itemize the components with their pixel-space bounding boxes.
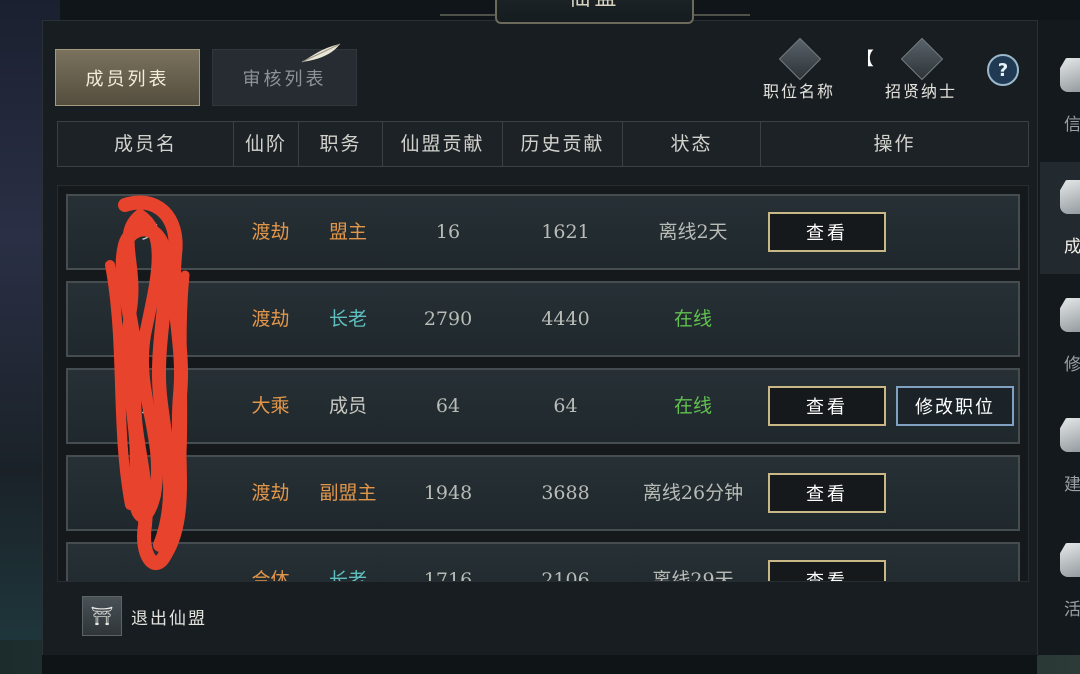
member-history-contribution: 2106 — [541, 569, 590, 582]
member-rank: 渡劫 — [251, 308, 290, 330]
right-tab-label: 修 — [1064, 355, 1080, 375]
view-button[interactable]: 查看 — [768, 386, 886, 426]
member-row: 合体 长老 1716 2106 离线29天 查看 — [66, 542, 1020, 582]
window-title: 仙盟 — [497, 0, 692, 14]
header-guild-contribution: 仙盟贡献 — [383, 122, 503, 166]
header-role: 职务 — [299, 122, 383, 166]
bottom-band — [42, 655, 1037, 674]
recruit-button[interactable]: 招贤纳士 — [874, 37, 968, 102]
tab-member-list[interactable]: 成员列表 — [55, 49, 200, 106]
member-rank: 合体 — [251, 569, 290, 582]
member-name: 务 — [140, 221, 160, 243]
help-button[interactable]: ? — [987, 54, 1019, 86]
member-row: 务 渡劫 盟主 16 1621 离线2天 查看 — [66, 194, 1020, 270]
member-rank: 渡劫 — [251, 482, 290, 504]
header-rank: 仙阶 — [234, 122, 299, 166]
member-status: 离线29天 — [652, 569, 734, 582]
member-role: 盟主 — [328, 221, 367, 243]
header-actions: 操作 — [873, 133, 916, 155]
member-name — [68, 544, 233, 581]
table-header: 成员名 仙阶 职务 仙盟贡献 历史贡献 状态 操作 — [57, 121, 1029, 167]
right-tab-activity[interactable]: 活 — [1040, 525, 1080, 637]
member-status: 在线 — [673, 395, 712, 417]
member-role: 成员 — [328, 395, 367, 417]
view-button[interactable]: 查看 — [768, 560, 886, 581]
member-contribution: 16 — [435, 221, 461, 243]
position-badge-icon — [778, 37, 822, 81]
member-contribution: 1716 — [423, 569, 473, 582]
member-row: 渡劫 长老 2790 4440 在线 — [66, 281, 1020, 357]
member-contribution: 64 — [435, 395, 461, 417]
member-contribution: 1948 — [423, 482, 473, 504]
activity-tab-icon — [1060, 543, 1080, 577]
right-tab-build[interactable]: 建 — [1040, 400, 1080, 512]
member-row: 剑 渡劫 副盟主 1948 3688 离线26分钟 查看 — [66, 455, 1020, 531]
position-names-button[interactable]: 职位名称 — [752, 37, 846, 102]
title-ornament-left — [440, 0, 500, 16]
leave-guild-button[interactable]: 退出仙盟 — [131, 604, 207, 629]
flag-icon — [900, 37, 944, 81]
position-names-label: 职位名称 — [762, 82, 835, 101]
title-ornament-right — [690, 0, 750, 16]
modify-position-button[interactable]: 修改职位 — [896, 386, 1014, 426]
right-tab-label: 活 — [1064, 600, 1080, 620]
right-tab-cultivate[interactable]: 修 — [1040, 280, 1080, 392]
header-member-name: 成员名 — [58, 122, 234, 166]
member-history-contribution: 64 — [553, 395, 578, 417]
member-name: 剑 — [140, 482, 160, 504]
member-list[interactable]: 务 渡劫 盟主 16 1621 离线2天 查看 渡劫 长老 2790 4440 … — [57, 185, 1029, 582]
member-history-contribution: 3688 — [541, 482, 590, 504]
members-tab-icon — [1060, 180, 1080, 214]
right-tab-label: 成 — [1064, 237, 1080, 257]
bracket-glyph: 【 — [856, 49, 874, 70]
member-rank: 大乘 — [251, 395, 290, 417]
member-status: 离线26分钟 — [642, 482, 744, 504]
member-status: 离线2天 — [658, 221, 728, 243]
member-role: 副盟主 — [319, 482, 377, 504]
member-history-contribution: 4440 — [541, 308, 590, 330]
right-tab-members[interactable]: 成 — [1040, 162, 1080, 274]
recruit-label: 招贤纳士 — [884, 82, 957, 101]
member-status: 在线 — [673, 308, 712, 330]
window-title-plate: 仙盟 — [495, 0, 694, 24]
header-history-contribution: 历史贡献 — [503, 122, 623, 166]
header-status: 状态 — [623, 122, 761, 166]
member-history-contribution: 1621 — [541, 221, 590, 243]
right-tab-info[interactable]: 信 — [1040, 40, 1080, 152]
build-tab-icon — [1060, 418, 1080, 452]
member-contribution: 2790 — [423, 308, 473, 330]
right-tab-label: 建 — [1064, 475, 1080, 495]
leave-guild-icon[interactable]: ⛩ — [82, 596, 122, 636]
member-rank: 渡劫 — [251, 221, 290, 243]
member-name: 人 — [140, 395, 160, 417]
feather-icon — [301, 43, 341, 63]
info-tab-icon — [1060, 58, 1080, 92]
member-name — [68, 283, 233, 355]
member-row: 人 大乘 成员 64 64 在线 查看 修改职位 — [66, 368, 1020, 444]
cultivate-tab-icon — [1060, 298, 1080, 332]
member-role: 长老 — [328, 569, 367, 582]
right-tab-label: 信 — [1064, 115, 1080, 135]
view-button[interactable]: 查看 — [768, 473, 886, 513]
view-button[interactable]: 查看 — [768, 212, 886, 252]
member-role: 长老 — [328, 308, 367, 330]
